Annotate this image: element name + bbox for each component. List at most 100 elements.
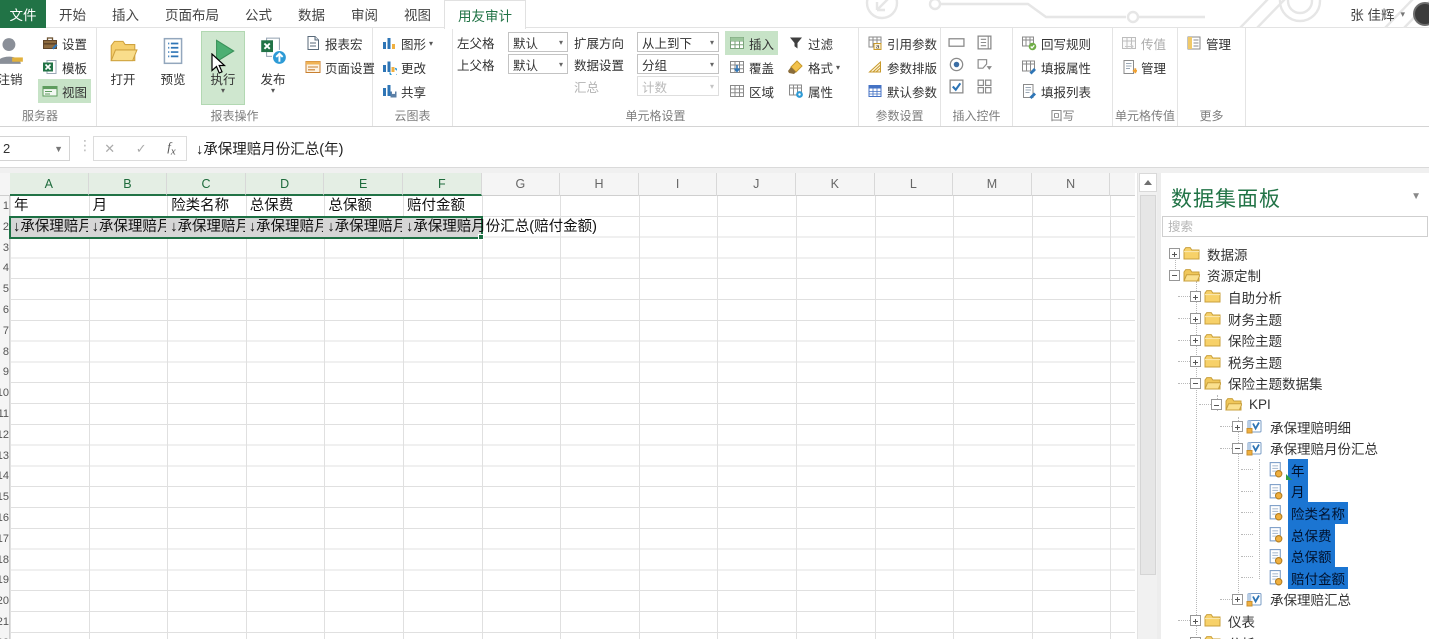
cell-A2[interactable]: ↓承保理赔月份汇总(年) — [13, 217, 88, 238]
collapse-icon[interactable] — [1190, 378, 1201, 389]
button-过滤[interactable]: 过滤 — [784, 31, 844, 55]
cell-D1[interactable]: 总保费 — [250, 196, 324, 217]
cell-E1[interactable]: 总保额 — [328, 196, 402, 217]
button-模板[interactable]: 模板 — [38, 55, 91, 79]
tree-item-KPI[interactable]: KPI — [1161, 394, 1429, 416]
cancel-entry-icon[interactable]: ✕ — [104, 141, 115, 157]
button-默认参数[interactable]: 默认参数 — [863, 79, 941, 103]
row-header-1[interactable]: 1 — [0, 196, 9, 217]
tree-item-label[interactable]: 赔付金额 — [1288, 567, 1348, 589]
column-header-M[interactable]: M — [953, 173, 1032, 196]
column-header-I[interactable]: I — [639, 173, 718, 196]
tree-item-总保额[interactable]: 总保额 — [1161, 545, 1429, 567]
button-回写规则[interactable]: 回写规则 — [1017, 31, 1095, 55]
tree-item-label[interactable]: 承保理赔汇总 — [1267, 588, 1354, 610]
row-header-12[interactable]: 12 — [0, 425, 9, 446]
column-header-L[interactable]: L — [875, 173, 954, 196]
row-header-14[interactable]: 14 — [0, 466, 9, 487]
expand-icon[interactable] — [1190, 291, 1201, 302]
tree-item-label[interactable]: 数据源 — [1204, 243, 1251, 265]
column-header-A[interactable]: A — [10, 173, 89, 196]
tree-item-年[interactable]: 年 — [1161, 459, 1429, 481]
button-预览[interactable]: 预览 — [151, 31, 195, 105]
button-注销[interactable]: 注销 — [0, 31, 32, 105]
dropdown-上父格[interactable]: 默认▾ — [508, 54, 568, 74]
button-填报属性[interactable]: 填报属性 — [1017, 55, 1095, 79]
user-menu[interactable]: 张 佳辉 ▾ — [1350, 0, 1405, 28]
button-设置[interactable]: 设置 — [38, 31, 91, 55]
cell-A1[interactable]: 年 — [14, 196, 88, 217]
dropdown-数据设置[interactable]: 分组▾ — [637, 54, 719, 74]
cell-F1[interactable]: 赔付金额 — [407, 196, 481, 217]
tree-item-label[interactable]: KPI — [1246, 396, 1274, 413]
tab-用友审计[interactable]: 用友审计 — [444, 0, 526, 29]
button-插入[interactable]: 插入 — [725, 31, 778, 55]
button-control-listbox[interactable] — [973, 31, 995, 53]
button-覆盖[interactable]: 覆盖 — [725, 55, 778, 79]
column-header-H[interactable]: H — [560, 173, 639, 196]
scroll-up-button[interactable] — [1139, 173, 1157, 192]
tree-item-赔付金额[interactable]: 赔付金额 — [1161, 567, 1429, 589]
row-header-22[interactable]: 22 — [0, 633, 9, 639]
tree-item-label[interactable]: 资源定制 — [1204, 264, 1264, 286]
tree-item-保险主题数据集[interactable]: 保险主题数据集 — [1161, 373, 1429, 395]
row-header-5[interactable]: 5 — [0, 279, 9, 300]
row-header-6[interactable]: 6 — [0, 300, 9, 321]
spreadsheet-grid[interactable]: ABCDEFGHIJKLMN12345678910111213141516171… — [0, 173, 1135, 639]
column-header-K[interactable]: K — [796, 173, 875, 196]
button-参数排版[interactable]: 参数排版 — [863, 55, 941, 79]
tree-item-label[interactable]: 总保额 — [1288, 545, 1335, 567]
tree-item-承保理赔月份汇总[interactable]: 承保理赔月份汇总 — [1161, 437, 1429, 459]
column-header-D[interactable]: D — [246, 173, 325, 196]
tree-item-label[interactable]: 月 — [1288, 480, 1308, 502]
button-更改[interactable]: 更改 — [377, 55, 437, 79]
cell-F2-overflow[interactable]: ↓承保理赔月份汇总(赔付金额) — [406, 217, 597, 238]
collapse-icon[interactable] — [1169, 270, 1180, 281]
row-header-19[interactable]: 19 — [0, 570, 9, 591]
tree-item-label[interactable]: 仪表 — [1225, 610, 1258, 632]
button-打开[interactable]: 打开 — [101, 31, 145, 105]
search-input[interactable] — [1162, 216, 1428, 237]
row-header-3[interactable]: 3 — [0, 238, 9, 259]
cell-D2[interactable]: ↓承保理赔月份汇总(总保费) — [249, 217, 324, 238]
row-header-21[interactable]: 21 — [0, 612, 9, 633]
cell-C1[interactable]: 险类名称 — [171, 196, 245, 217]
tree-item-分析[interactable]: 分析 — [1161, 632, 1429, 639]
button-发布[interactable]: 发布▾ — [251, 31, 295, 105]
name-box[interactable]: 2 ▼ — [0, 136, 70, 161]
tree-item-自助分析[interactable]: 自助分析 — [1161, 286, 1429, 308]
tree-item-险类名称[interactable]: 险类名称 — [1161, 502, 1429, 524]
tree-item-label[interactable]: 险类名称 — [1288, 502, 1348, 524]
cell-B1[interactable]: 月 — [93, 196, 167, 217]
column-header-F[interactable]: F — [403, 173, 482, 196]
button-control-combo[interactable] — [973, 53, 995, 75]
button-共享[interactable]: 共享 — [377, 79, 437, 103]
tree-item-label[interactable]: 税务主题 — [1225, 351, 1285, 373]
row-header-10[interactable]: 10 — [0, 383, 9, 404]
row-header-18[interactable]: 18 — [0, 550, 9, 571]
chevron-down-icon[interactable]: ▼ — [54, 144, 63, 154]
button-control-textbox[interactable] — [945, 31, 967, 53]
cell-E2[interactable]: ↓承保理赔月份汇总(总保额) — [327, 217, 402, 238]
tree-item-label[interactable]: 承保理赔月份汇总 — [1267, 437, 1381, 459]
tree-item-label[interactable]: 分析 — [1225, 632, 1258, 639]
button-管理[interactable]: 管理 — [1182, 31, 1235, 55]
dropdown-扩展方向[interactable]: 从上到下▾ — [637, 32, 719, 52]
row-header-4[interactable]: 4 — [0, 258, 9, 279]
tree-item-承保理赔明细[interactable]: 承保理赔明细 — [1161, 416, 1429, 438]
button-页面设置[interactable]: 页面设置 — [301, 55, 379, 79]
button-报表宏[interactable]: 报表宏 — [301, 31, 379, 55]
row-header-8[interactable]: 8 — [0, 342, 9, 363]
button-引用参数[interactable]: a引用参数 — [863, 31, 941, 55]
tree-item-财务主题[interactable]: 财务主题 — [1161, 308, 1429, 330]
tree-item-月[interactable]: 月 — [1161, 481, 1429, 503]
tree-item-数据源[interactable]: 数据源 — [1161, 243, 1429, 265]
row-header-7[interactable]: 7 — [0, 321, 9, 342]
tab-页面布局[interactable]: 页面布局 — [152, 0, 232, 28]
tree-item-税务主题[interactable]: 税务主题 — [1161, 351, 1429, 373]
fill-handle[interactable] — [478, 234, 484, 240]
tab-开始[interactable]: 开始 — [46, 0, 99, 28]
formula-input[interactable]: ↓承保理赔月份汇总(年) — [196, 136, 343, 161]
column-header-E[interactable]: E — [324, 173, 403, 196]
scrollbar-thumb[interactable] — [1140, 195, 1156, 575]
